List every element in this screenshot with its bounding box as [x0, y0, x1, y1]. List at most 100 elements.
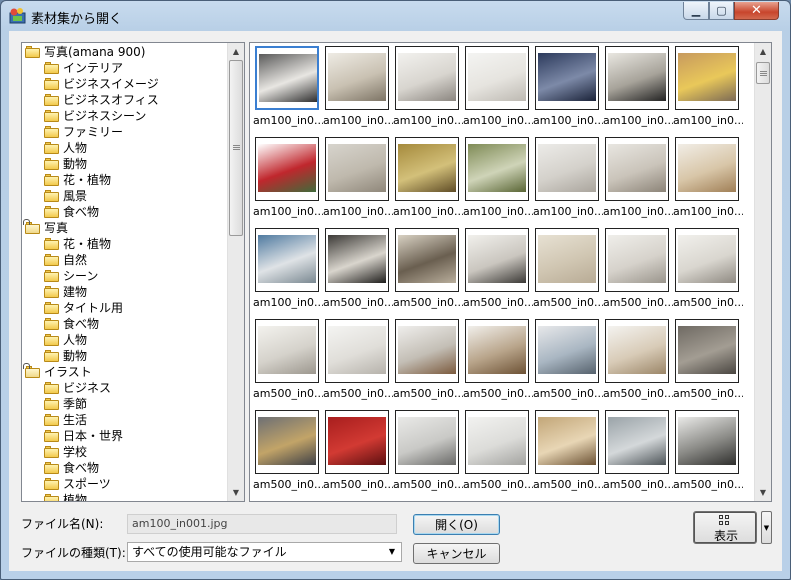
scroll-up-arrow-icon[interactable]: ▲: [228, 43, 244, 60]
scroll-down-arrow-icon[interactable]: ▼: [228, 484, 244, 501]
thumbnail-item[interactable]: am500_in0...: [393, 316, 463, 406]
thumbnail-item[interactable]: am100_in0...: [253, 225, 323, 315]
thumbnail-item[interactable]: am500_in0...: [323, 225, 393, 315]
thumbnail-item[interactable]: am500_in0...: [603, 316, 673, 406]
minimize-button[interactable]: ▁: [683, 2, 709, 20]
tree-item[interactable]: シーン: [44, 268, 98, 284]
thumbnail-image: [605, 137, 669, 201]
tree-item-label: 花・植物: [63, 173, 112, 187]
thumbnail-item[interactable]: am500_in0...: [673, 407, 743, 497]
filename-field[interactable]: am100_in001.jpg: [127, 514, 397, 534]
tree-item[interactable]: 人物: [44, 140, 87, 156]
tree-item[interactable]: 日本・世界: [44, 428, 123, 444]
thumbnail-item[interactable]: am500_in0...: [533, 407, 603, 497]
tree-item-label: ファミリー: [63, 125, 124, 139]
thumbnail-item[interactable]: am500_in0...: [603, 225, 673, 315]
tree-item[interactable]: 動物: [44, 156, 87, 172]
tree-item[interactable]: スポーツ: [44, 476, 111, 492]
maximize-button[interactable]: ▢: [709, 2, 734, 20]
tree-item[interactable]: インテリア: [44, 60, 123, 76]
thumbnail-item[interactable]: am100_in0...: [603, 43, 673, 133]
folder-tree[interactable]: 写真(amana 900) インテリア ビジネスイメージ ビジネスオフィス ビジネスシー…: [21, 42, 245, 502]
thumbnail-item[interactable]: am100_in0...: [463, 134, 533, 224]
thumbnail-item[interactable]: am100_in0...: [533, 43, 603, 133]
thumbnail-item[interactable]: am500_in0...: [463, 316, 533, 406]
thumbnail-item[interactable]: am100_in0...: [603, 134, 673, 224]
thumbnail-item[interactable]: am100_in0...: [253, 134, 323, 224]
thumbnail-image: [395, 46, 459, 110]
thumbnail-item[interactable]: am100_in0...: [673, 43, 743, 133]
tree-scrollbar[interactable]: ▲ ▼: [227, 43, 244, 501]
thumbnail-item[interactable]: am500_in0...: [393, 407, 463, 497]
view-button[interactable]: 表示: [693, 511, 757, 544]
view-dropdown-button[interactable]: ▼: [761, 511, 772, 544]
tree-item[interactable]: 花・植物: [44, 172, 111, 188]
tree-scroll-thumb[interactable]: [229, 60, 243, 236]
tree-item[interactable]: 植物: [44, 492, 87, 501]
tree-item[interactable]: 写真: [23, 219, 68, 236]
title-bar[interactable]: 素材集から開く ▁ ▢ ✕: [1, 1, 790, 31]
thumbnail-item[interactable]: am500_in0...: [533, 316, 603, 406]
thumbnail-image: [535, 46, 599, 110]
tree-item[interactable]: 食べ物: [44, 460, 99, 476]
tree-item-label: 人物: [63, 141, 88, 155]
cancel-button[interactable]: キャンセル: [413, 543, 500, 564]
tree-item[interactable]: 生活: [44, 412, 87, 428]
thumbnail-item[interactable]: am500_in0...: [323, 407, 393, 497]
tree-item-label: インテリア: [63, 61, 124, 75]
thumbnail-item[interactable]: am100_in0...: [323, 43, 393, 133]
tree-item[interactable]: 花・植物: [44, 236, 111, 252]
tree-item[interactable]: 食べ物: [44, 204, 99, 220]
scroll-down-arrow-icon[interactable]: ▼: [755, 484, 771, 501]
tree-item[interactable]: 季節: [44, 396, 87, 412]
tree-item[interactable]: 自然: [44, 252, 87, 268]
thumbnail-image: [395, 228, 459, 292]
thumbnail-scroll-thumb[interactable]: [756, 62, 770, 84]
thumbnail-item[interactable]: am100_in0...: [393, 134, 463, 224]
scroll-up-arrow-icon[interactable]: ▲: [755, 43, 771, 60]
tree-item[interactable]: タイトル用: [44, 300, 123, 316]
thumbnail-image: [255, 46, 319, 110]
thumbnail-item[interactable]: am100_in0...: [253, 43, 323, 133]
thumbnail-item[interactable]: am100_in0...: [673, 134, 743, 224]
filetype-select[interactable]: すべての使用可能なファイル ▼: [127, 542, 402, 562]
tree-item[interactable]: 動物: [44, 348, 87, 364]
thumbnail-caption: am100_in0...: [603, 114, 673, 127]
tree-item[interactable]: ビジネス: [44, 380, 111, 396]
tree-item[interactable]: 建物: [44, 284, 87, 300]
thumbnail-item[interactable]: am100_in0...: [463, 43, 533, 133]
folder-icon: [44, 334, 59, 346]
thumbnail-item[interactable]: am500_in0...: [603, 407, 673, 497]
thumbnail-grid[interactable]: am100_in0... am100_in0... am100_in0... am10…: [249, 42, 772, 502]
thumbnail-item[interactable]: am500_in0...: [673, 316, 743, 406]
thumbnail-item[interactable]: am500_in0...: [253, 316, 323, 406]
tree-item[interactable]: 学校: [44, 444, 87, 460]
thumbnail-item[interactable]: am500_in0...: [463, 407, 533, 497]
open-button[interactable]: 開く(O): [413, 514, 500, 535]
folder-icon: [44, 174, 59, 186]
thumbnail-item[interactable]: am500_in0...: [393, 225, 463, 315]
tree-item[interactable]: ビジネスシーン: [44, 108, 146, 124]
thumbnail-image: [605, 46, 669, 110]
tree-item-label: 生活: [63, 413, 88, 427]
tree-item[interactable]: 風景: [44, 188, 87, 204]
thumbnail-item[interactable]: am500_in0...: [533, 225, 603, 315]
thumbnail-item[interactable]: am100_in0...: [323, 134, 393, 224]
thumbnail-item[interactable]: am500_in0...: [673, 225, 743, 315]
locked-folder-icon: [23, 363, 40, 378]
thumbnail-item[interactable]: am500_in0...: [463, 225, 533, 315]
thumbnail-item[interactable]: am100_in0...: [393, 43, 463, 133]
folder-icon: [44, 446, 59, 458]
tree-item[interactable]: ビジネスイメージ: [44, 76, 159, 92]
tree-item[interactable]: ビジネスオフィス: [44, 92, 159, 108]
thumbnail-item[interactable]: am500_in0...: [323, 316, 393, 406]
close-button[interactable]: ✕: [734, 2, 779, 20]
thumbnail-scrollbar[interactable]: ▲ ▼: [754, 43, 771, 501]
thumbnail-item[interactable]: am500_in0...: [253, 407, 323, 497]
tree-item[interactable]: ファミリー: [44, 124, 123, 140]
tree-item[interactable]: イラスト: [23, 363, 92, 380]
tree-item[interactable]: 食べ物: [44, 316, 99, 332]
tree-item[interactable]: 人物: [44, 332, 87, 348]
tree-item[interactable]: 写真(amana 900): [25, 44, 145, 60]
thumbnail-item[interactable]: am100_in0...: [533, 134, 603, 224]
